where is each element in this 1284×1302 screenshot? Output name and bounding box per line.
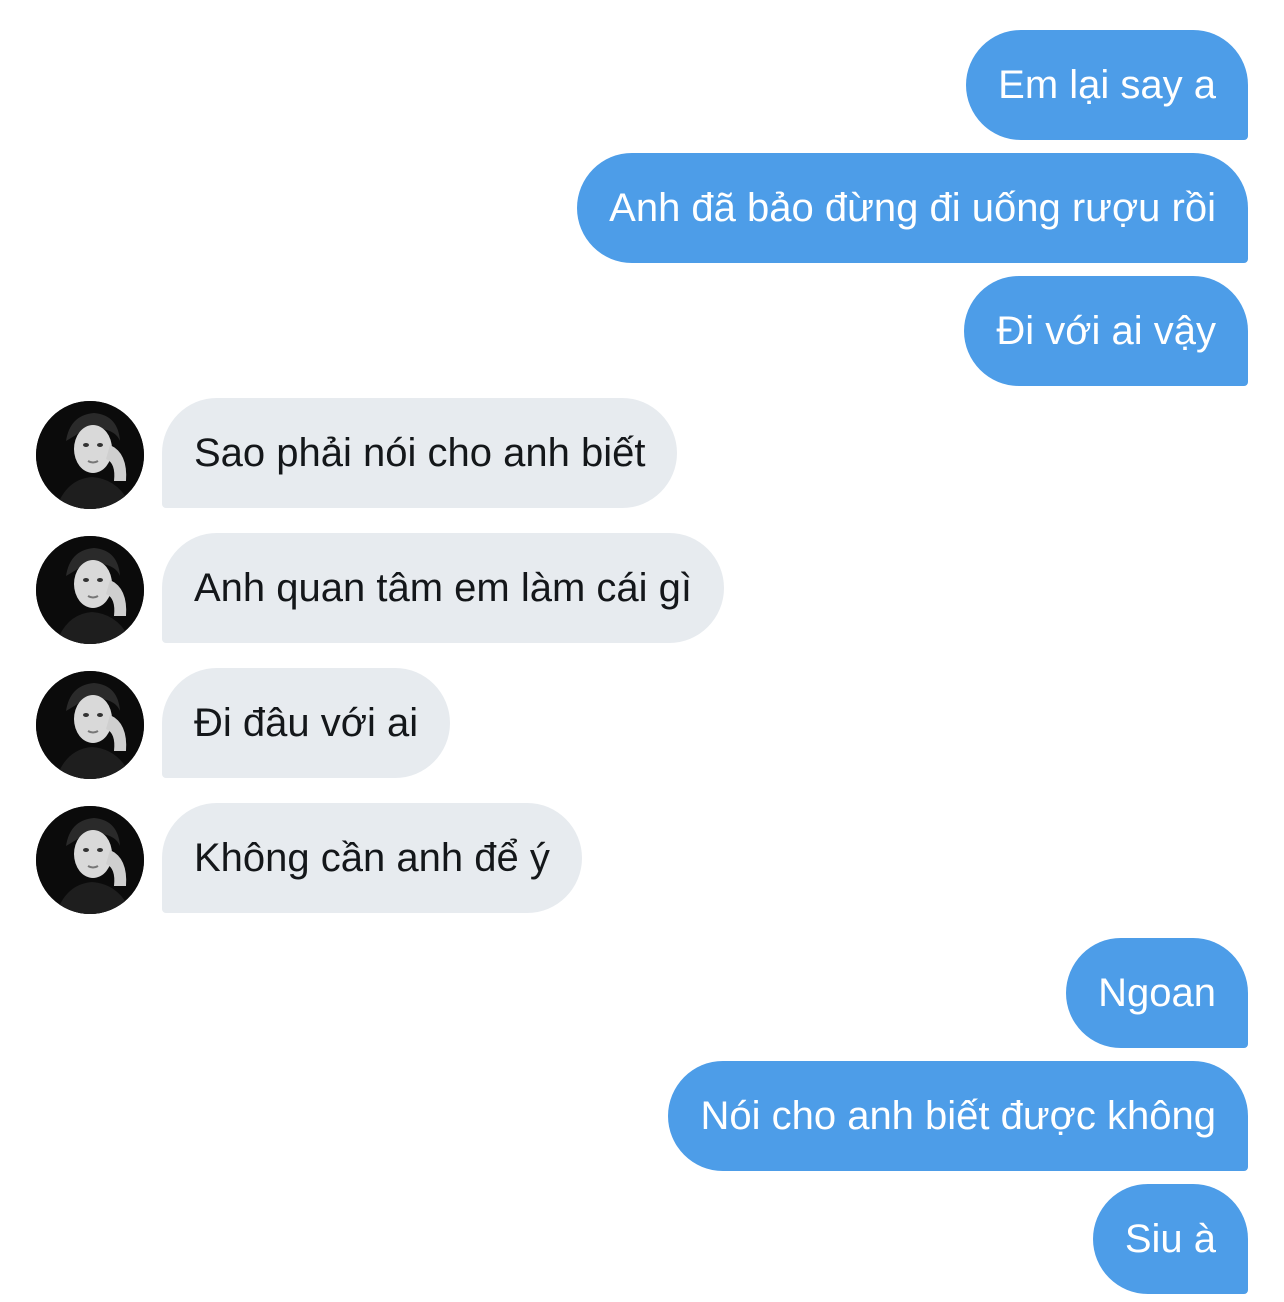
sent-message-bubble[interactable]: Em lại say a <box>966 30 1248 140</box>
sent-message-bubble[interactable]: Anh đã bảo đừng đi uống rượu rồi <box>577 153 1248 263</box>
received-message-bubble[interactable]: Anh quan tâm em làm cái gì <box>162 533 725 643</box>
received-message-bubble[interactable]: Sao phải nói cho anh biết <box>162 398 678 508</box>
received-message-bubble[interactable]: Đi đâu với ai <box>162 668 451 778</box>
avatar-photo-icon <box>36 401 144 509</box>
avatar-photo-icon <box>36 806 144 914</box>
sent-message-bubble[interactable]: Nói cho anh biết được không <box>668 1061 1248 1171</box>
avatar-photo-icon <box>36 671 144 779</box>
avatar[interactable] <box>36 671 144 779</box>
received-message-bubble[interactable]: Không cần anh để ý <box>162 803 582 913</box>
sent-message-bubble[interactable]: Ngoan <box>1066 938 1248 1048</box>
avatar[interactable] <box>36 536 144 644</box>
avatar[interactable] <box>36 806 144 914</box>
avatar[interactable] <box>36 401 144 509</box>
sent-message-bubble[interactable]: Siu à <box>1092 1184 1248 1294</box>
sent-message-bubble[interactable]: Đi với ai vậy <box>964 276 1248 386</box>
avatar-photo-icon <box>36 536 144 644</box>
